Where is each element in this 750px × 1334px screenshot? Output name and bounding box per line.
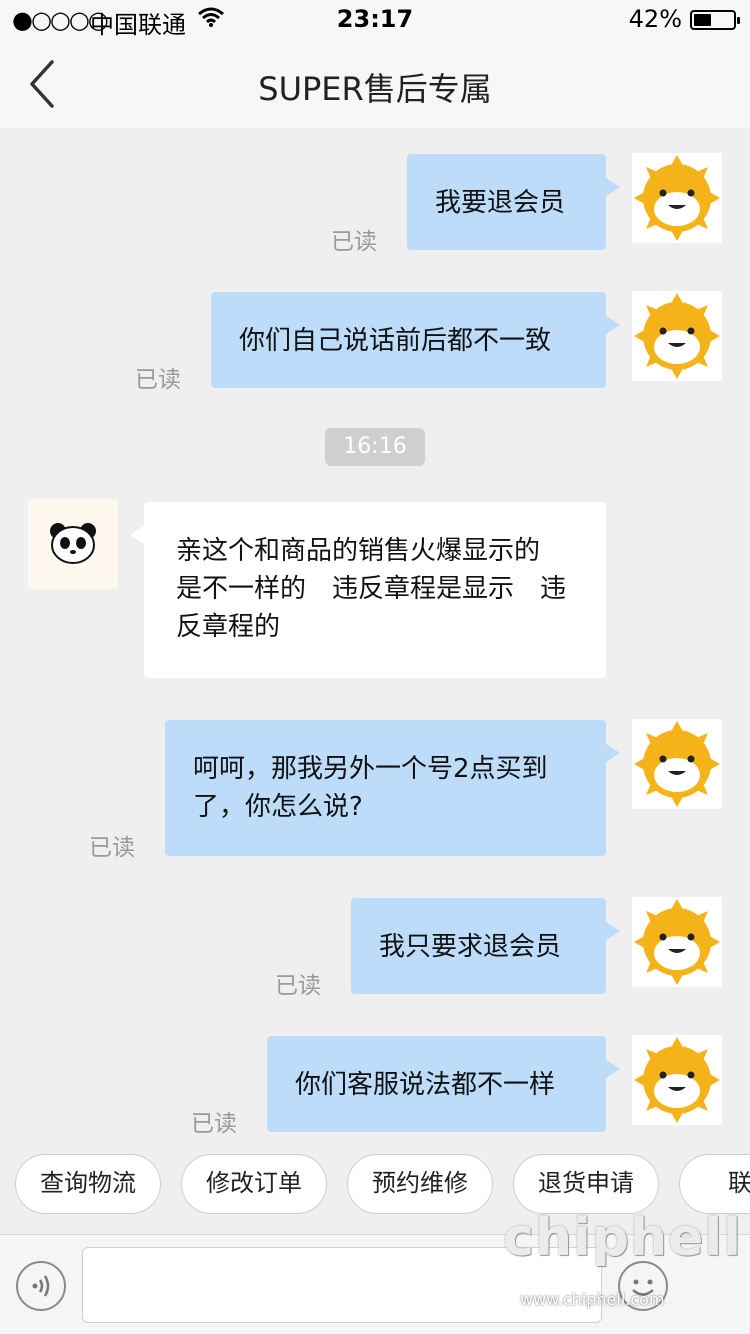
message-text-line: 反章程的 bbox=[176, 612, 281, 642]
read-status: 已读 bbox=[135, 367, 181, 393]
message-bubble[interactable]: 你们自己说话前后都不一致 bbox=[211, 292, 620, 388]
user-avatar[interactable] bbox=[632, 897, 722, 987]
message-text: 我只要求退会员 bbox=[379, 932, 562, 962]
timestamp-divider: 16:16 bbox=[325, 428, 425, 466]
user-avatar[interactable] bbox=[632, 153, 722, 243]
voice-icon bbox=[32, 1275, 50, 1297]
page-title: SUPER售后专属 bbox=[258, 70, 492, 108]
message-text: 你们自己说话前后都不一致 bbox=[239, 326, 552, 356]
message-text-line: 亲这个和商品的销售火爆显示的 bbox=[176, 536, 541, 566]
message-text: 我要退会员 bbox=[435, 188, 566, 218]
sun-lion-icon bbox=[634, 1037, 720, 1123]
sun-lion-icon bbox=[634, 293, 720, 379]
message-bubble[interactable]: 我要退会员 bbox=[407, 154, 620, 250]
quick-action-contact[interactable]: 联系 bbox=[679, 1154, 750, 1214]
chat-message-list[interactable]: 我要退会员 已读 你们自己说话前后都不一致 已读 16:16 亲这个和商品的销售… bbox=[0, 128, 750, 1140]
quick-action-return-request[interactable]: 退货申请 bbox=[513, 1154, 659, 1214]
battery-percent: 42% bbox=[628, 5, 682, 33]
status-bar: ●○○○○ 中国联通 23:17 42% bbox=[0, 0, 750, 40]
panda-icon bbox=[50, 523, 96, 564]
read-status: 已读 bbox=[331, 229, 377, 255]
watermark-url: www.chiphell.com bbox=[520, 1290, 665, 1309]
sun-lion-icon bbox=[634, 721, 720, 807]
sun-lion-icon bbox=[634, 155, 720, 241]
message-text-line: 了，你怎么说? bbox=[193, 792, 363, 822]
voice-input-button[interactable] bbox=[16, 1261, 66, 1311]
battery-icon bbox=[690, 10, 740, 30]
user-avatar[interactable] bbox=[632, 719, 722, 809]
user-avatar[interactable] bbox=[632, 291, 722, 381]
quick-action-book-repair[interactable]: 预约维修 bbox=[347, 1154, 493, 1214]
watermark-logo: chiphell bbox=[503, 1208, 742, 1268]
message-bubble[interactable]: 我只要求退会员 bbox=[351, 898, 620, 994]
nav-bar: SUPER售后专属 bbox=[0, 40, 750, 128]
read-status: 已读 bbox=[89, 835, 135, 861]
message-bubble[interactable]: 你们客服说法都不一样 bbox=[267, 1036, 620, 1132]
message-bubble[interactable]: 亲这个和商品的销售火爆显示的 是不一样的 违反章程是显示 违 反章程的 bbox=[130, 502, 606, 678]
battery-level-fill bbox=[694, 14, 711, 26]
agent-avatar[interactable] bbox=[28, 499, 118, 589]
message-text-line: 呵呵，那我另外一个号2点买到 bbox=[193, 754, 548, 784]
read-status: 已读 bbox=[275, 973, 321, 999]
user-avatar[interactable] bbox=[632, 1035, 722, 1125]
sun-lion-icon bbox=[634, 899, 720, 985]
quick-action-modify-order[interactable]: 修改订单 bbox=[181, 1154, 327, 1214]
message-text: 你们客服说法都不一样 bbox=[295, 1070, 556, 1100]
message-bubble[interactable]: 呵呵，那我另外一个号2点买到 了，你怎么说? bbox=[165, 720, 620, 856]
message-text-line: 是不一样的 违反章程是显示 违 bbox=[176, 574, 567, 604]
read-status: 已读 bbox=[191, 1111, 237, 1137]
quick-action-track-shipping[interactable]: 查询物流 bbox=[15, 1154, 161, 1214]
